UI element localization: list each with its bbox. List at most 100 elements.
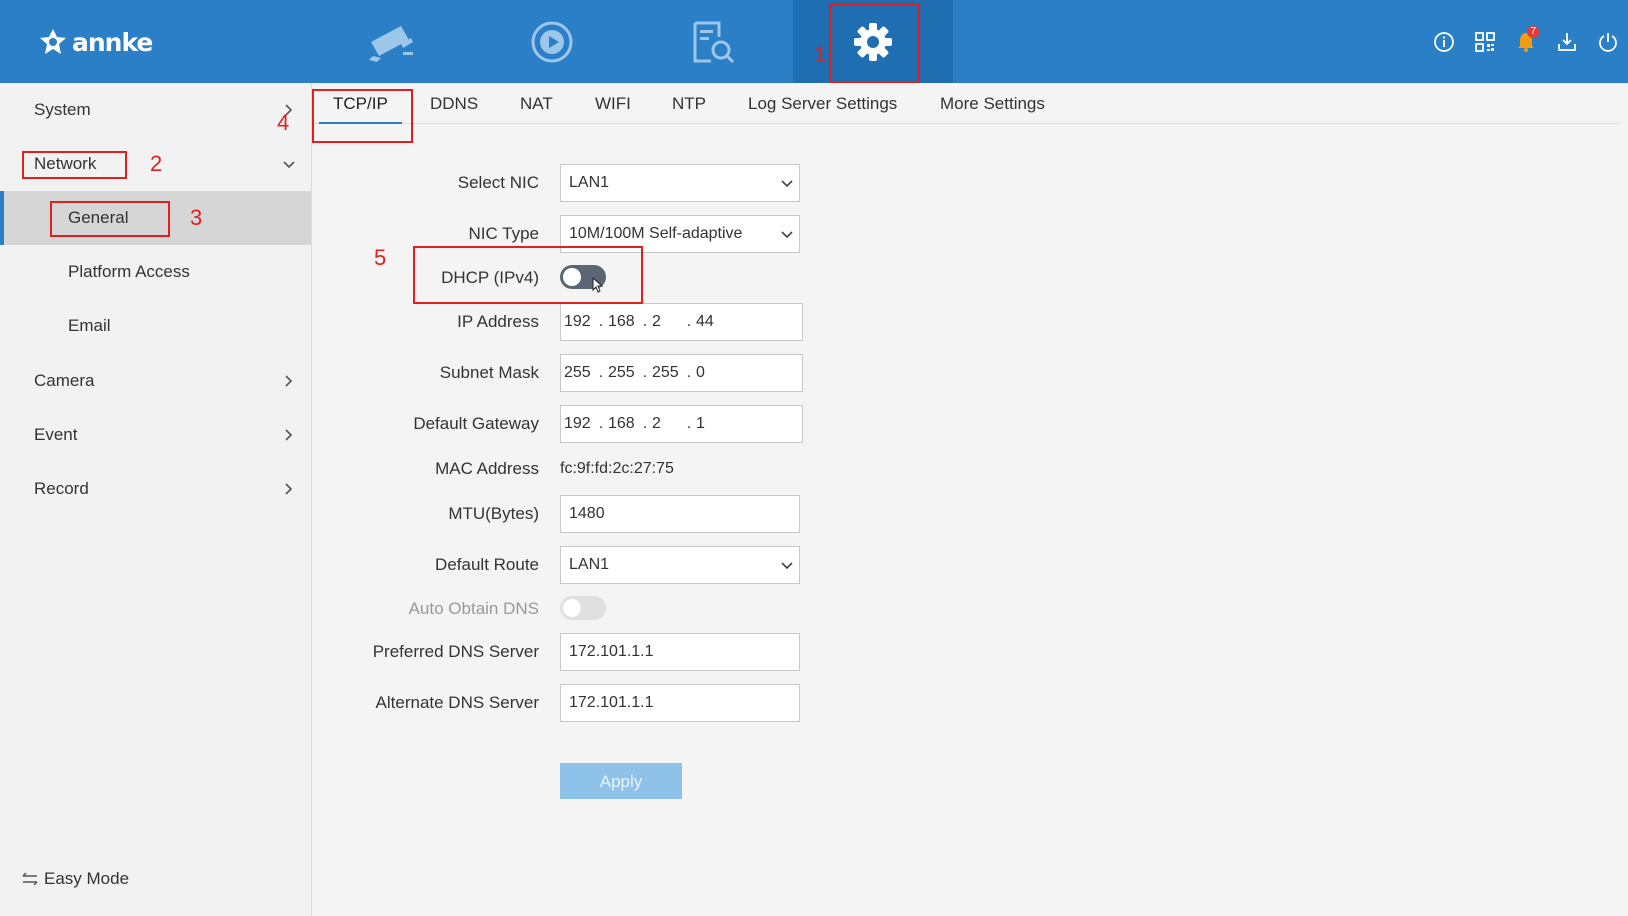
download-button[interactable]: [1546, 22, 1587, 62]
default-gateway-input[interactable]: 192. 168. 2. 1: [560, 405, 803, 443]
search-file-icon: [693, 21, 735, 63]
nic-type-value: 10M/100M Self-adaptive: [569, 225, 743, 242]
sidebar-item-label: Record: [34, 479, 89, 498]
octet-dot: .: [686, 415, 692, 432]
preferred-dns-row: Preferred DNS Server 172.101.1.1: [312, 633, 1212, 671]
octet-dot: .: [642, 364, 648, 381]
live-view-nav[interactable]: [311, 0, 471, 83]
ip-octet: 0: [696, 364, 705, 381]
sidebar-item-label: Camera: [34, 371, 95, 390]
subnet-mask-row: Subnet Mask 255. 255. 255. 0: [312, 354, 1212, 392]
power-button[interactable]: [1587, 22, 1628, 62]
chevron-down-icon: [781, 231, 793, 239]
octet-dot: .: [598, 415, 604, 432]
mac-address-row: MAC Address fc:9f:fd:2c:27:75: [312, 450, 1212, 488]
power-icon: [1598, 32, 1617, 52]
annotation-number-3: 3: [190, 205, 203, 230]
default-route-row: Default Route LAN1: [312, 546, 1212, 584]
playback-nav[interactable]: [472, 0, 632, 83]
mac-address-label: MAC Address: [435, 459, 539, 478]
notification-badge: 7: [1527, 25, 1539, 38]
tab-nat[interactable]: NAT: [520, 83, 553, 123]
playback-icon: [531, 21, 573, 62]
ip-address-input[interactable]: 192. 168. 2. 44: [560, 303, 803, 341]
apply-button[interactable]: Apply: [560, 763, 682, 799]
default-route-dropdown[interactable]: LAN1: [560, 546, 800, 584]
alternate-dns-input[interactable]: 172.101.1.1: [560, 684, 800, 722]
ip-octet: 2: [652, 415, 661, 432]
search-nav[interactable]: [632, 0, 792, 83]
ip-octet: 44: [696, 313, 714, 330]
ip-octet: 255: [564, 364, 591, 381]
auto-dns-toggle[interactable]: [560, 596, 606, 620]
qr-code-icon: [1474, 31, 1495, 52]
chevron-right-icon: [285, 483, 293, 495]
annotation-box-1: [829, 3, 920, 83]
ip-octet: 255: [652, 364, 679, 381]
ip-address-label: IP Address: [457, 312, 539, 331]
octet-dot: .: [686, 313, 692, 330]
notifications-button[interactable]: 7: [1505, 22, 1546, 62]
tab-more-settings[interactable]: More Settings: [940, 83, 1045, 123]
select-nic-dropdown[interactable]: LAN1: [560, 164, 800, 202]
chevron-right-icon: [285, 429, 293, 441]
sidebar-item-system[interactable]: System: [0, 83, 311, 137]
info-button[interactable]: [1423, 22, 1464, 62]
default-gateway-row: Default Gateway 192. 168. 2. 1: [312, 405, 1212, 443]
mtu-input[interactable]: 1480: [560, 495, 800, 533]
annotation-box-2: [22, 151, 127, 179]
chevron-down-icon: [283, 161, 295, 169]
ip-address-row: IP Address 192. 168. 2. 44: [312, 303, 1212, 341]
ip-octet: 255: [608, 364, 635, 381]
sidebar-item-label: Event: [34, 425, 78, 444]
ip-octet: 1: [696, 415, 705, 432]
ip-octet: 168: [608, 313, 635, 330]
octet-dot: .: [642, 415, 648, 432]
annotation-number-5: 5: [374, 245, 387, 270]
easy-mode-button[interactable]: Easy Mode: [22, 869, 129, 889]
sidebar-item-email[interactable]: Email: [0, 299, 311, 353]
preferred-dns-label: Preferred DNS Server: [372, 642, 539, 661]
sidebar-item-camera[interactable]: Camera: [0, 354, 311, 408]
select-nic-row: Select NIC LAN1: [312, 164, 1212, 202]
tab-ddns[interactable]: DDNS: [430, 83, 478, 123]
annotation-number-4: 4: [277, 110, 290, 135]
preferred-dns-input[interactable]: 172.101.1.1: [560, 633, 800, 671]
alternate-dns-label: Alternate DNS Server: [375, 693, 539, 712]
octet-dot: .: [642, 313, 648, 330]
tab-wifi[interactable]: WIFI: [595, 83, 631, 123]
mac-address-value: fc:9f:fd:2c:27:75: [560, 460, 674, 477]
tab-ntp[interactable]: NTP: [672, 83, 706, 123]
mtu-value: 1480: [569, 505, 605, 522]
ip-octet: 192: [564, 313, 591, 330]
alternate-dns-row: Alternate DNS Server 172.101.1.1: [312, 684, 1212, 722]
logo-text: annke: [72, 27, 153, 57]
annotation-box-5: [413, 246, 643, 304]
qr-code-button[interactable]: [1464, 22, 1505, 62]
tab-log-server-settings[interactable]: Log Server Settings: [748, 83, 897, 123]
chevron-down-icon: [781, 180, 793, 188]
toggle-knob: [563, 599, 581, 617]
brand-logo: annke: [38, 22, 153, 62]
sidebar-item-platform-access[interactable]: Platform Access: [0, 245, 311, 299]
sidebar-item-label: System: [34, 100, 91, 119]
octet-dot: .: [598, 313, 604, 330]
info-icon: [1433, 31, 1454, 52]
ip-octet: 192: [564, 415, 591, 432]
default-gateway-label: Default Gateway: [413, 414, 539, 433]
easy-mode-label: Easy Mode: [44, 869, 130, 888]
logo-icon: [40, 29, 66, 54]
header-actions: 7: [1423, 0, 1628, 83]
tab-bar: TCP/IP DDNS NAT WIFI NTP Log Server Sett…: [312, 83, 1620, 124]
default-route-label: Default Route: [435, 555, 539, 574]
subnet-mask-input[interactable]: 255. 255. 255. 0: [560, 354, 803, 392]
swap-icon: [22, 872, 38, 886]
sidebar-item-label: Platform Access: [68, 262, 190, 281]
sidebar-item-record[interactable]: Record: [0, 462, 311, 516]
camera-live-icon: [369, 25, 413, 62]
annotation-number-1: 1: [814, 42, 827, 67]
octet-dot: .: [686, 364, 692, 381]
download-icon: [1557, 32, 1576, 51]
annotation-box-3: [50, 201, 170, 237]
sidebar-item-event[interactable]: Event: [0, 408, 311, 462]
